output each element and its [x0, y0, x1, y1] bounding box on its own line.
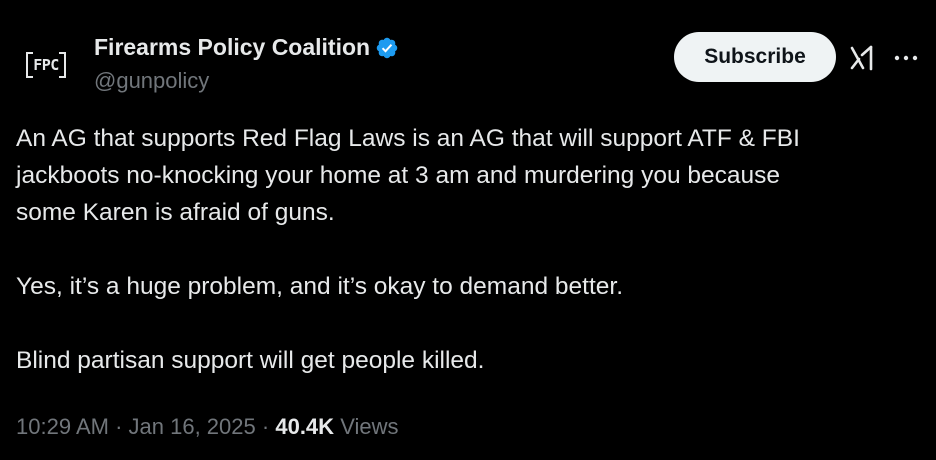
- author-handle[interactable]: @gunpolicy: [94, 68, 209, 94]
- subscribe-button[interactable]: Subscribe: [674, 32, 836, 82]
- grok-icon[interactable]: [849, 45, 877, 71]
- tweet-line: An AG that supports Red Flag Laws is an …: [16, 125, 800, 152]
- tweet-line: Blind partisan support will get people k…: [16, 347, 485, 374]
- tweet-time[interactable]: 10:29 AM: [16, 414, 109, 439]
- meta-separator: ·: [115, 414, 123, 439]
- tweet-date[interactable]: Jan 16, 2025: [129, 414, 256, 439]
- meta-separator: ·: [261, 414, 270, 439]
- tweet-line: Yes, it’s a huge problem, and it’s okay …: [16, 273, 623, 300]
- tweet-meta: 10:29 AM · Jan 16, 2025 · 40.4K Views: [16, 414, 398, 440]
- avatar-logo-text: FPC: [26, 52, 66, 78]
- tweet-text: An AG that supports Red Flag Laws is an …: [16, 120, 916, 379]
- tweet-line: some Karen is afraid of guns.: [16, 199, 335, 226]
- views-count: 40.4K: [275, 414, 335, 439]
- verified-badge-icon[interactable]: [375, 36, 399, 60]
- tweet-line: jackboots no-knocking your home at 3 am …: [16, 162, 781, 189]
- views-label: Views: [340, 414, 399, 439]
- avatar[interactable]: FPC: [16, 38, 76, 92]
- author-name-row: Firearms Policy Coalition: [94, 34, 399, 61]
- more-options-icon[interactable]: [893, 53, 919, 63]
- author-display-name[interactable]: Firearms Policy Coalition: [94, 34, 370, 61]
